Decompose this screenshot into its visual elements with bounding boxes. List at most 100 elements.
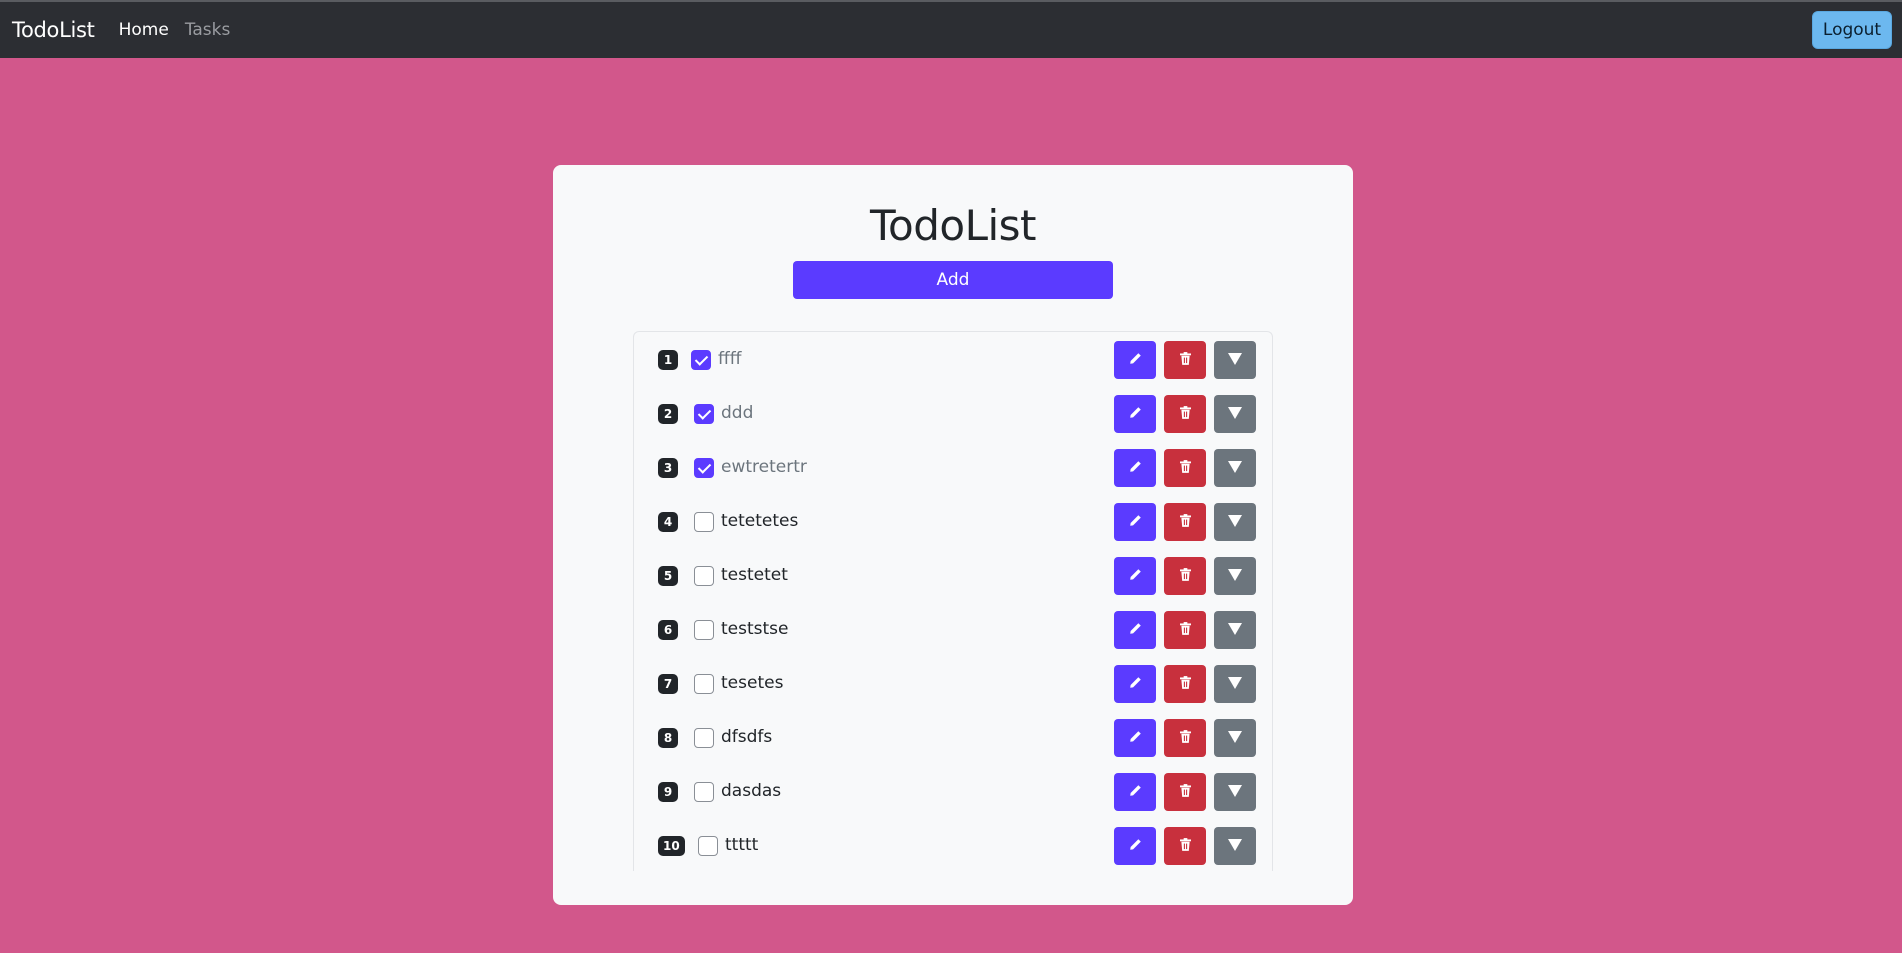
task-row: 7 tesetes	[634, 656, 1274, 710]
trash-icon	[1179, 406, 1191, 422]
delete-task-button[interactable]	[1164, 773, 1206, 811]
triangle-down-icon	[1228, 622, 1242, 638]
trash-icon	[1179, 460, 1191, 476]
delete-task-button[interactable]	[1164, 449, 1206, 487]
pencil-icon	[1129, 514, 1142, 530]
task-row: 9 dasdas	[634, 764, 1274, 818]
task-row: 2 ddd	[634, 386, 1274, 440]
triangle-down-icon	[1228, 676, 1242, 692]
trash-icon	[1179, 514, 1191, 530]
task-text: ffff	[718, 349, 742, 369]
triangle-down-icon	[1228, 730, 1242, 746]
task-row: 4 tetetetes	[634, 494, 1274, 548]
edit-task-button[interactable]	[1114, 557, 1156, 595]
edit-task-button[interactable]	[1114, 503, 1156, 541]
edit-task-button[interactable]	[1114, 611, 1156, 649]
task-number-badge: 2	[658, 404, 678, 424]
task-checkbox[interactable]	[694, 620, 714, 640]
task-checkbox[interactable]	[691, 350, 711, 370]
triangle-down-icon	[1228, 568, 1242, 584]
trash-icon	[1179, 838, 1191, 854]
task-text: dfsdfs	[721, 727, 773, 747]
pencil-icon	[1129, 568, 1142, 584]
edit-task-button[interactable]	[1114, 395, 1156, 433]
task-row: 8 dfsdfs	[634, 710, 1274, 764]
trash-icon	[1179, 784, 1191, 800]
triangle-down-icon	[1228, 460, 1242, 476]
triangle-down-icon	[1228, 352, 1242, 368]
task-checkbox[interactable]	[694, 566, 714, 586]
task-number-badge: 1	[658, 350, 678, 370]
pencil-icon	[1129, 838, 1142, 854]
task-text: tesetes	[721, 673, 784, 693]
task-checkbox[interactable]	[694, 404, 714, 424]
navbar-brand[interactable]: TodoList	[12, 18, 95, 42]
expand-task-button[interactable]	[1214, 503, 1256, 541]
delete-task-button[interactable]	[1164, 341, 1206, 379]
delete-task-button[interactable]	[1164, 719, 1206, 757]
delete-task-button[interactable]	[1164, 395, 1206, 433]
task-number-badge: 4	[658, 512, 678, 532]
triangle-down-icon	[1228, 784, 1242, 800]
expand-task-button[interactable]	[1214, 557, 1256, 595]
add-task-button[interactable]: Add	[793, 261, 1113, 299]
trash-icon	[1179, 352, 1191, 368]
pencil-icon	[1129, 352, 1142, 368]
trash-icon	[1179, 622, 1191, 638]
task-number-badge: 7	[658, 674, 678, 694]
nav-link-tasks[interactable]: Tasks	[185, 20, 231, 40]
delete-task-button[interactable]	[1164, 665, 1206, 703]
task-checkbox[interactable]	[698, 836, 718, 856]
task-row: 3 ewtretertr	[634, 440, 1274, 494]
task-checkbox[interactable]	[694, 782, 714, 802]
pencil-icon	[1129, 730, 1142, 746]
edit-task-button[interactable]	[1114, 773, 1156, 811]
edit-task-button[interactable]	[1114, 341, 1156, 379]
expand-task-button[interactable]	[1214, 611, 1256, 649]
pencil-icon	[1129, 406, 1142, 422]
task-text: teststse	[721, 619, 789, 639]
expand-task-button[interactable]	[1214, 449, 1256, 487]
task-number-badge: 10	[658, 836, 685, 856]
expand-task-button[interactable]	[1214, 827, 1256, 865]
task-number-badge: 9	[658, 782, 678, 802]
page-title: TodoList	[870, 201, 1037, 250]
delete-task-button[interactable]	[1164, 827, 1206, 865]
expand-task-button[interactable]	[1214, 773, 1256, 811]
task-number-badge: 8	[658, 728, 678, 748]
task-text: ttttt	[725, 835, 759, 855]
logout-button[interactable]: Logout	[1812, 11, 1892, 49]
task-number-badge: 6	[658, 620, 678, 640]
edit-task-button[interactable]	[1114, 449, 1156, 487]
task-text: dasdas	[721, 781, 782, 801]
pencil-icon	[1129, 460, 1142, 476]
task-row: 10 ttttt	[634, 818, 1274, 872]
todo-card: TodoList Add 1 ffff 2 ddd 3 ewtretertr 4 tetete…	[553, 165, 1353, 905]
task-number-badge: 3	[658, 458, 678, 478]
task-row: 5 testetet	[634, 548, 1274, 602]
task-list: 1 ffff 2 ddd 3 ewtretertr 4 tetetetes 5 testetet 6…	[633, 331, 1273, 871]
task-checkbox[interactable]	[694, 512, 714, 532]
delete-task-button[interactable]	[1164, 557, 1206, 595]
pencil-icon	[1129, 676, 1142, 692]
task-checkbox[interactable]	[694, 674, 714, 694]
triangle-down-icon	[1228, 514, 1242, 530]
trash-icon	[1179, 730, 1191, 746]
task-checkbox[interactable]	[694, 728, 714, 748]
edit-task-button[interactable]	[1114, 719, 1156, 757]
delete-task-button[interactable]	[1164, 503, 1206, 541]
expand-task-button[interactable]	[1214, 395, 1256, 433]
edit-task-button[interactable]	[1114, 665, 1156, 703]
task-text: tetetetes	[721, 511, 799, 531]
pencil-icon	[1129, 622, 1142, 638]
nav-link-home[interactable]: Home	[119, 20, 169, 40]
task-checkbox[interactable]	[694, 458, 714, 478]
expand-task-button[interactable]	[1214, 719, 1256, 757]
triangle-down-icon	[1228, 838, 1242, 854]
trash-icon	[1179, 568, 1191, 584]
edit-task-button[interactable]	[1114, 827, 1156, 865]
expand-task-button[interactable]	[1214, 665, 1256, 703]
delete-task-button[interactable]	[1164, 611, 1206, 649]
expand-task-button[interactable]	[1214, 341, 1256, 379]
pencil-icon	[1129, 784, 1142, 800]
